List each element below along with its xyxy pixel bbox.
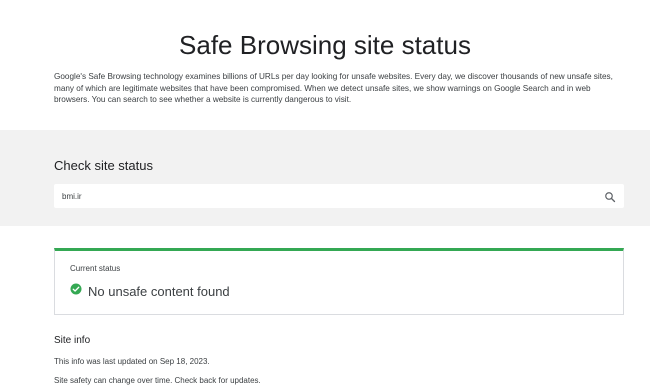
status-result: No unsafe content found [70, 283, 230, 299]
current-status-label: Current status [70, 264, 121, 273]
search-icon[interactable] [604, 190, 616, 203]
status-text: No unsafe content found [88, 283, 230, 299]
search-box [54, 184, 624, 208]
site-info-heading: Site info [54, 335, 91, 346]
check-site-heading: Check site status [54, 158, 153, 173]
page-description: Google's Safe Browsing technology examin… [54, 72, 613, 104]
page-title: Safe Browsing site status [179, 30, 471, 60]
last-updated-text: This info was last updated on Sep 18, 20… [54, 357, 210, 366]
check-site-section: Check site status [0, 130, 650, 226]
current-status-card: Current status No unsafe content found [54, 248, 624, 315]
safety-note-text: Site safety can change over time. Check … [54, 376, 261, 385]
check-circle-icon [70, 282, 82, 300]
hero-section: Safe Browsing site status Google's Safe … [0, 0, 650, 130]
site-info-section: Site info This info was last updated on … [54, 335, 624, 385]
safe-browsing-page: Safe Browsing site status Google's Safe … [0, 0, 650, 392]
search-input[interactable] [54, 184, 594, 208]
